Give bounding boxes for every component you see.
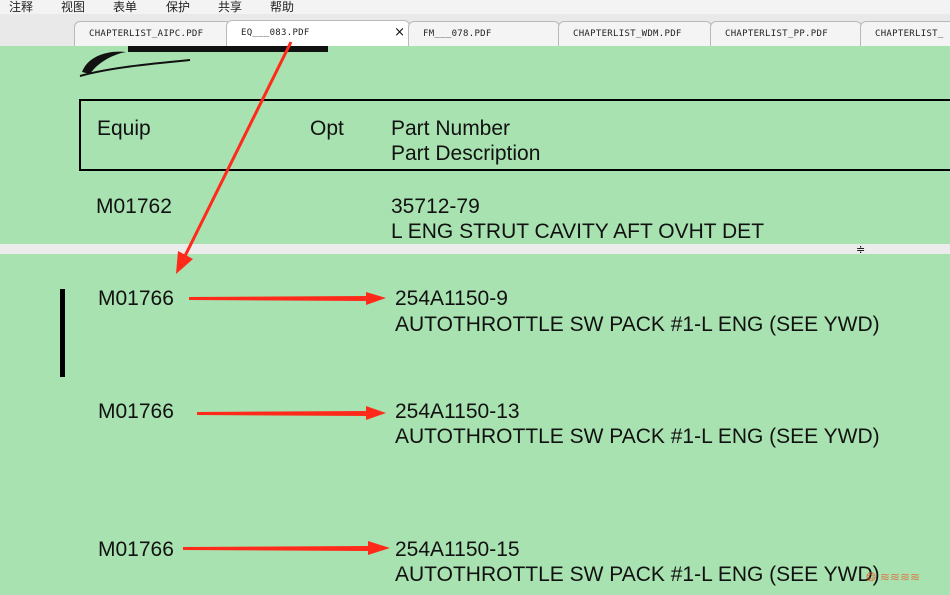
annotation-arrow-row-2	[197, 406, 386, 420]
watermark-logo-icon: ❂ ≋≋≋≋	[866, 570, 921, 584]
annotation-arrow-row-3	[183, 541, 390, 555]
annotation-arrow-from-tab	[176, 41, 293, 274]
annotation-arrow-row-1	[189, 292, 386, 305]
annotation-arrows	[176, 41, 390, 555]
